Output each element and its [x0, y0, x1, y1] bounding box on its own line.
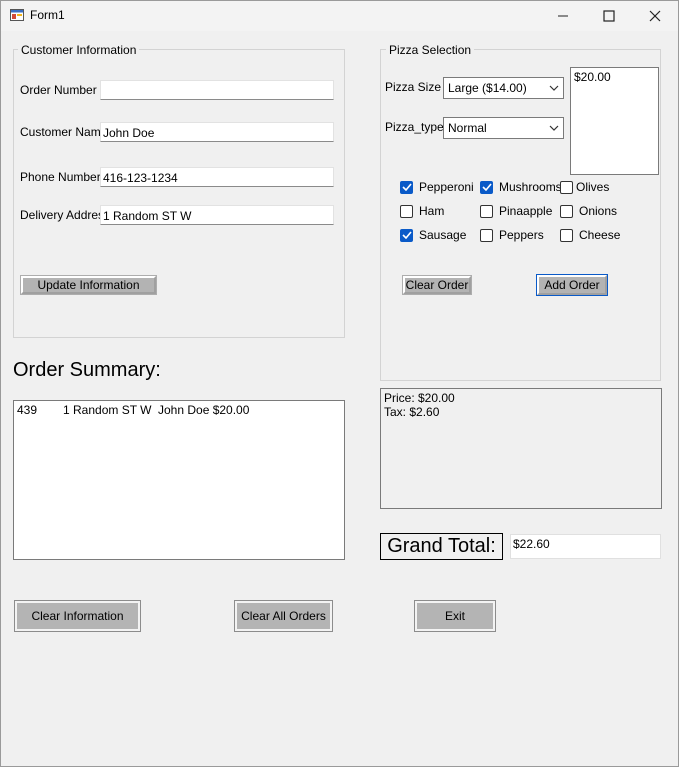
- clear-information-label: Clear Information: [31, 609, 124, 623]
- topping-label: Mushrooms: [499, 180, 562, 194]
- checkbox-unchecked-icon: [560, 228, 573, 242]
- chevron-down-icon: [549, 85, 559, 91]
- topping-pepperoni-checkbox[interactable]: Pepperoni: [400, 180, 474, 194]
- minimize-button[interactable]: [540, 0, 586, 31]
- customer-name-field[interactable]: John Doe: [100, 122, 334, 142]
- pizza-size-dropdown[interactable]: Large ($14.00): [443, 77, 564, 99]
- grand-total-label-box: Grand Total:: [380, 533, 503, 560]
- delivery-address-label: Delivery Address: [20, 208, 111, 222]
- exit-button[interactable]: Exit: [414, 600, 496, 632]
- topping-label: Ham: [419, 204, 445, 218]
- customer-name-label: Customer Name: [20, 125, 108, 139]
- checkbox-unchecked-icon: [480, 228, 493, 242]
- checkbox-unchecked-icon: [560, 180, 573, 194]
- close-button[interactable]: [632, 0, 678, 31]
- add-order-label: Add Order: [544, 278, 600, 292]
- checkbox-unchecked-icon: [480, 204, 493, 218]
- topping-cheese-checkbox[interactable]: Cheese: [560, 228, 620, 242]
- topping-mushrooms-checkbox[interactable]: Mushrooms: [480, 180, 562, 194]
- topping-label: Onions: [579, 204, 618, 218]
- topping-label: Pinaapple: [499, 204, 553, 218]
- minimize-icon: [558, 15, 568, 16]
- pizza-selection-group-title: Pizza Selection: [386, 43, 475, 57]
- pizza-price-item[interactable]: $20.00: [574, 70, 655, 84]
- form-app-icon: [10, 9, 24, 21]
- topping-ham-checkbox[interactable]: Ham: [400, 204, 444, 218]
- clear-information-button[interactable]: Clear Information: [14, 600, 141, 632]
- name-price-cell: John Doe $20.00: [158, 403, 250, 417]
- order-number-label: Order Number: [20, 83, 97, 97]
- pizza-price-listbox[interactable]: $20.00: [570, 67, 659, 175]
- chevron-down-icon: [549, 125, 559, 131]
- clear-order-label: Clear Order: [405, 278, 469, 292]
- clear-all-orders-button[interactable]: Clear All Orders: [234, 600, 333, 632]
- topping-onions-checkbox[interactable]: Onions: [560, 204, 617, 218]
- checkbox-checked-icon: [480, 180, 493, 194]
- phone-number-field[interactable]: 416-123-1234: [100, 167, 334, 187]
- window-title: Form1: [30, 8, 65, 22]
- topping-label: Sausage: [419, 228, 467, 242]
- price-line: Price: $20.00: [384, 391, 455, 405]
- pizza-type-value: Normal: [448, 121, 487, 135]
- address-cell: 1 Random ST W: [63, 403, 152, 417]
- title-bar: Form1: [0, 0, 679, 31]
- checkbox-unchecked-icon: [560, 204, 573, 218]
- topping-label: Pepperoni: [419, 180, 474, 194]
- add-order-button[interactable]: Add Order: [536, 274, 608, 296]
- grand-total-label: Grand Total:: [387, 535, 496, 557]
- customer-info-group-title: Customer Information: [18, 43, 140, 57]
- clear-order-button[interactable]: Clear Order: [402, 275, 472, 295]
- topping-label: Cheese: [579, 228, 621, 242]
- topping-label: Peppers: [499, 228, 544, 242]
- phone-number-label: Phone Number: [20, 170, 101, 184]
- order-number-field[interactable]: [100, 80, 334, 100]
- maximize-icon: [603, 9, 615, 22]
- exit-label: Exit: [444, 609, 465, 623]
- list-item[interactable]: 439 1 Random ST W John Doe $20.00: [17, 403, 341, 417]
- pizza-type-dropdown[interactable]: Normal: [443, 117, 564, 139]
- update-information-label: Update Information: [37, 278, 140, 292]
- tax-line: Tax: $2.60: [384, 405, 440, 419]
- topping-sausage-checkbox[interactable]: Sausage: [400, 228, 466, 242]
- order-summary-title: Order Summary:: [13, 359, 161, 381]
- topping-label: Olives: [576, 180, 610, 194]
- topping-peppers-checkbox[interactable]: Peppers: [480, 228, 544, 242]
- order-summary-listbox[interactable]: 439 1 Random ST W John Doe $20.00: [13, 400, 345, 560]
- topping-pineapple-checkbox[interactable]: Pinaapple: [480, 204, 552, 218]
- pizza-size-value: Large ($14.00): [448, 81, 527, 95]
- checkbox-checked-icon: [400, 180, 413, 194]
- price-tax-box: Price: $20.00 Tax: $2.60: [380, 388, 662, 509]
- pizza-type-label: Pizza_type: [385, 120, 444, 134]
- topping-olives-checkbox[interactable]: Olives: [560, 180, 609, 194]
- close-icon: [649, 10, 661, 21]
- delivery-address-field[interactable]: 1 Random ST W: [100, 205, 334, 225]
- checkbox-checked-icon: [400, 228, 413, 242]
- clear-all-orders-label: Clear All Orders: [241, 609, 326, 623]
- update-information-button[interactable]: Update Information: [20, 275, 157, 295]
- maximize-button[interactable]: [586, 0, 632, 31]
- grand-total-value[interactable]: $22.60: [510, 534, 661, 559]
- order-number-cell: 439: [17, 403, 38, 417]
- checkbox-unchecked-icon: [400, 204, 413, 218]
- pizza-size-label: Pizza Size: [385, 80, 442, 94]
